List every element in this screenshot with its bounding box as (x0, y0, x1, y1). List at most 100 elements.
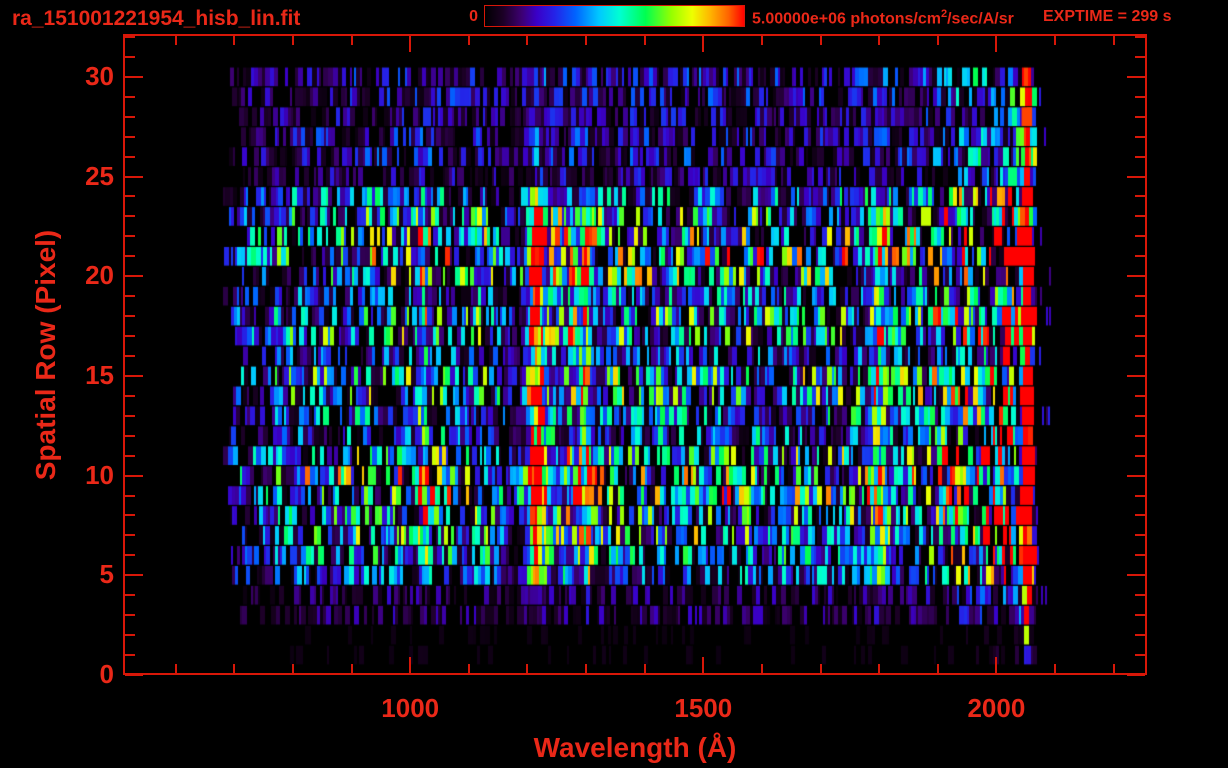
y-axis-tick-right (1127, 76, 1145, 78)
y-axis-tick (125, 116, 135, 118)
x-axis-tick (351, 664, 353, 673)
y-axis-tick (125, 514, 135, 516)
x-axis-tick (409, 657, 411, 673)
x-axis-tick (468, 664, 470, 673)
y-axis-tick (125, 56, 135, 58)
y-axis-tick (125, 574, 143, 576)
y-axis-tick (125, 614, 135, 616)
x-axis-tick-top (702, 36, 704, 52)
y-axis-tick-right (1135, 156, 1145, 158)
y-axis-tick-right (1127, 275, 1145, 277)
colorbar (484, 5, 745, 27)
spectral-image-heatmap (123, 34, 1147, 675)
x-axis-tick-top (468, 36, 470, 45)
spectral-image-window: ra_151001221954_hisb_lin.fit 0 5.00000e+… (0, 0, 1228, 768)
y-tick-label: 0 (99, 659, 114, 689)
y-axis-tick-right (1135, 96, 1145, 98)
y-axis-tick (125, 554, 135, 556)
x-axis-tick (233, 664, 235, 673)
x-axis-tick-top (761, 36, 763, 45)
y-axis-tick-right (1135, 594, 1145, 596)
y-axis-tick-right (1135, 395, 1145, 397)
y-axis-tick-right (1135, 335, 1145, 337)
y-axis-tick (125, 375, 143, 377)
y-axis-tick-right (1127, 475, 1145, 477)
x-axis-tick (820, 664, 822, 673)
x-axis-tick-top (1113, 36, 1115, 45)
colorbar-max-label-prefix: 5.00000e+06 photons/cm (752, 10, 941, 28)
x-axis-tick (702, 657, 704, 673)
y-axis-tick-right (1135, 116, 1145, 118)
y-axis-tick-right (1135, 614, 1145, 616)
y-axis-tick (125, 395, 135, 397)
colorbar-min-label: 0 (469, 8, 478, 25)
x-axis-tick-top (175, 36, 177, 45)
y-axis-tick (125, 176, 143, 178)
y-axis-tick-right (1135, 195, 1145, 197)
x-axis-tick-top (233, 36, 235, 45)
y-axis-tick (125, 255, 135, 257)
y-axis-tick (125, 654, 135, 656)
y-axis-tick-right (1135, 235, 1145, 237)
y-axis-tick-right (1127, 176, 1145, 178)
y-axis-tick (125, 475, 143, 477)
x-tick-label: 2000 (967, 693, 1026, 723)
y-axis-tick (125, 534, 135, 536)
colorbar-max-label: 5.00000e+06 photons/cm2/sec/A/sr (752, 8, 1014, 28)
x-axis-tick-top (1054, 36, 1056, 45)
y-axis-tick-right (1127, 574, 1145, 576)
y-axis-tick-right (1127, 674, 1145, 676)
y-axis-tick (125, 594, 135, 596)
y-axis-tick-right (1135, 36, 1145, 38)
y-axis-tick-right (1135, 215, 1145, 217)
x-axis-tick-top (820, 36, 822, 45)
y-axis-tick (125, 415, 135, 417)
x-axis-tick-top (937, 36, 939, 45)
y-axis-tick (125, 315, 135, 317)
y-axis-tick-right (1135, 654, 1145, 656)
x-tick-label: 1000 (381, 693, 440, 723)
exptime-label: EXPTIME = 299 s (1043, 8, 1172, 25)
x-axis-tick (761, 664, 763, 673)
colorbar-max-label-suffix: /sec/A/sr (947, 10, 1014, 28)
y-axis-tick (125, 295, 135, 297)
x-axis-tick-top (585, 36, 587, 45)
y-axis-tick (125, 435, 135, 437)
y-axis-tick-right (1135, 255, 1145, 257)
y-axis-tick (125, 195, 135, 197)
x-axis-title: Wavelength (Å) (533, 732, 737, 763)
y-axis-tick-right (1127, 375, 1145, 377)
y-axis-tick-right (1135, 534, 1145, 536)
y-axis-tick-right (1135, 355, 1145, 357)
x-axis-tick-top (878, 36, 880, 45)
y-axis-tick-right (1135, 554, 1145, 556)
y-tick-label: 25 (85, 160, 114, 191)
y-axis-tick (125, 136, 135, 138)
x-tick-label: 1500 (674, 693, 733, 723)
x-axis-tick (1113, 664, 1115, 673)
y-axis-tick (125, 674, 143, 676)
plot-title: ra_151001221954_hisb_lin.fit (12, 7, 301, 30)
y-axis-tick (125, 335, 135, 337)
x-axis-tick (526, 664, 528, 673)
y-axis-tick (125, 235, 135, 237)
y-axis-tick-right (1135, 495, 1145, 497)
x-axis-tick-top (292, 36, 294, 45)
y-axis-tick (125, 36, 135, 38)
x-axis-tick (995, 657, 997, 673)
y-axis-tick (125, 215, 135, 217)
x-axis-tick (175, 664, 177, 673)
colorbar-gradient (485, 6, 744, 26)
x-axis-tick (585, 664, 587, 673)
y-axis-tick-right (1135, 315, 1145, 317)
y-axis-tick-right (1135, 514, 1145, 516)
x-axis-tick (937, 664, 939, 673)
y-axis-tick-right (1135, 136, 1145, 138)
y-tick-label: 30 (85, 60, 114, 91)
x-axis-tick (878, 664, 880, 673)
y-axis-title: Spatial Row (Pixel) (30, 229, 61, 481)
y-axis-tick (125, 495, 135, 497)
x-axis-tick-top (409, 36, 411, 52)
x-axis-tick-top (351, 36, 353, 45)
x-axis-tick-top (644, 36, 646, 45)
